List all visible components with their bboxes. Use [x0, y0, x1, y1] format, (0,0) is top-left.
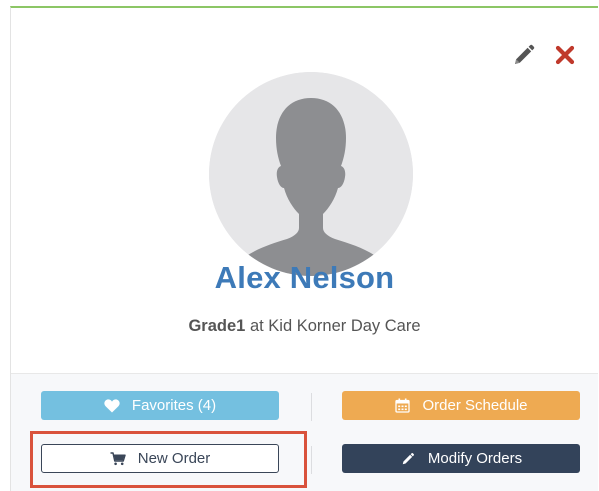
student-school: Kid Korner Day Care: [268, 317, 421, 335]
cart-icon: [110, 451, 126, 467]
order-schedule-button[interactable]: Order Schedule: [342, 391, 580, 420]
favorites-button[interactable]: Favorites (4): [41, 391, 279, 420]
student-grade: Grade1: [188, 317, 246, 335]
card-header-actions: [511, 42, 578, 68]
student-card: Alex Nelson Grade1 at Kid Korner Day Car…: [10, 6, 598, 491]
new-order-button[interactable]: New Order: [41, 444, 279, 473]
heart-icon: [104, 398, 120, 414]
button-separator: [311, 446, 312, 474]
student-enrollment: Grade1 at Kid Korner Day Care: [11, 315, 598, 337]
button-separator: [311, 393, 312, 421]
modify-orders-button[interactable]: Modify Orders: [342, 444, 580, 473]
close-icon[interactable]: [552, 42, 578, 68]
pencil-icon: [400, 451, 416, 467]
page: Alex Nelson Grade1 at Kid Korner Day Car…: [0, 0, 599, 491]
student-name[interactable]: Alex Nelson: [11, 260, 598, 296]
enrollment-connector: at: [249, 317, 264, 335]
favorites-label: Favorites (4): [131, 397, 217, 414]
avatar: [209, 72, 413, 276]
pencil-icon[interactable]: [511, 42, 537, 68]
new-order-label: New Order: [137, 450, 211, 467]
order-schedule-label: Order Schedule: [422, 397, 528, 414]
card-profile-section: Alex Nelson Grade1 at Kid Korner Day Car…: [11, 8, 598, 373]
modify-orders-label: Modify Orders: [427, 450, 523, 467]
calendar-icon: [394, 398, 410, 414]
user-silhouette-icon: [209, 72, 413, 276]
